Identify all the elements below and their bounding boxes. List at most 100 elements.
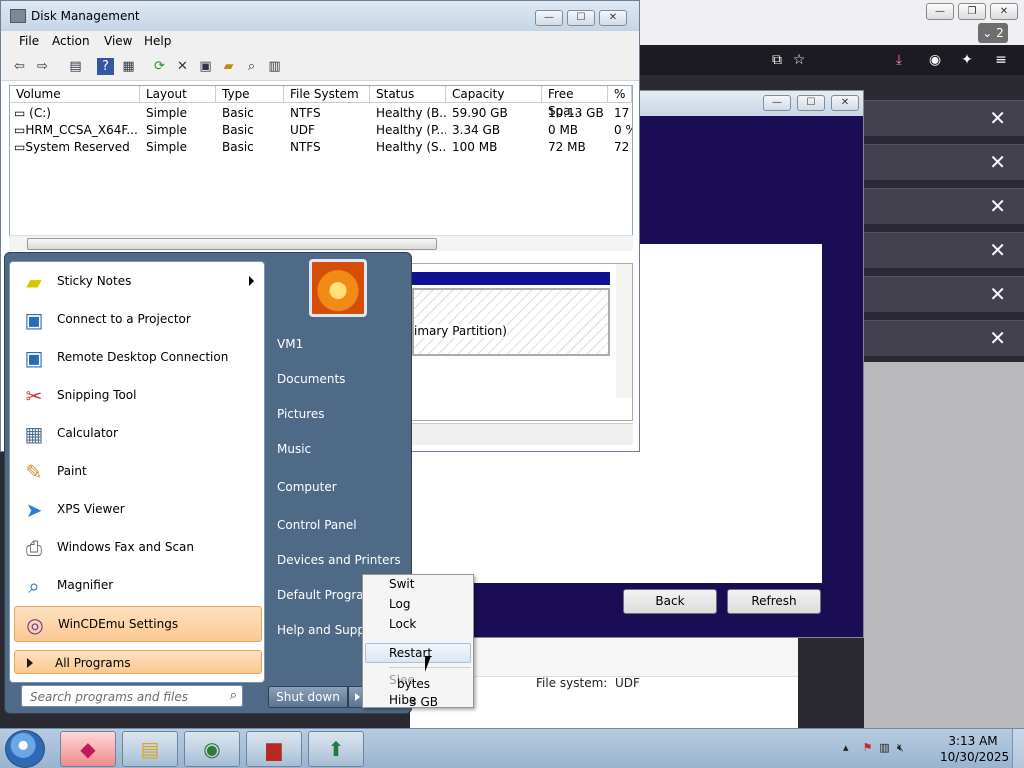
refresh-icon[interactable]: ⟳	[151, 58, 168, 75]
download-row[interactable]: ✕	[864, 100, 1024, 136]
arrow-right-icon	[27, 658, 33, 668]
restore-button[interactable]: ❐	[958, 3, 986, 20]
console-tree-icon[interactable]: ▤	[67, 58, 84, 75]
calculator-icon: ▦	[24, 422, 44, 446]
extensions-icon[interactable]: ✦	[958, 51, 976, 69]
link-music[interactable]: Music	[277, 442, 311, 456]
taskbar-app[interactable]: ⬆	[308, 731, 364, 767]
program-xps-viewer[interactable]: ➤ XPS Viewer	[14, 492, 262, 528]
close-icon[interactable]: ✕	[989, 107, 1006, 129]
taskbar-app[interactable]: ▤	[122, 731, 178, 767]
delete-icon[interactable]: ✕	[174, 58, 191, 75]
star-icon[interactable]: ☆	[790, 51, 808, 69]
submenu-arrow-icon	[249, 276, 254, 286]
column-header[interactable]: Free Spa...	[542, 86, 608, 118]
search-icon[interactable]: ⌕	[243, 58, 260, 75]
download-row[interactable]: ✕	[864, 320, 1024, 356]
link-devices-printers[interactable]: Devices and Printers	[277, 553, 401, 567]
taskbar-app[interactable]: ◆	[60, 731, 116, 767]
forward-arrow-icon[interactable]: ⇨	[34, 58, 51, 75]
back-button[interactable]: Back	[623, 589, 717, 614]
close-button[interactable]: ✕	[831, 95, 859, 111]
program-paint[interactable]: ✎ Paint	[14, 454, 262, 490]
vertical-scrollbar[interactable]	[616, 264, 632, 398]
taskbar-app[interactable]: ◉	[184, 731, 240, 767]
search-icon: ⌕	[229, 688, 237, 703]
disk-icon[interactable]: ▥	[266, 58, 283, 75]
program-remote-desktop[interactable]: ▣ Remote Desktop Connection	[14, 340, 262, 376]
toolbox-icon: ▆	[266, 737, 282, 761]
start-button[interactable]	[5, 730, 45, 768]
tab-list-button[interactable]: ⌄ 2	[978, 23, 1008, 43]
column-header[interactable]: Status	[370, 86, 446, 103]
account-icon[interactable]: ◉	[926, 51, 944, 69]
minimize-button[interactable]: —	[763, 95, 791, 111]
partition-box[interactable]: imary Partition)	[412, 288, 610, 356]
link-documents[interactable]: Documents	[277, 372, 345, 386]
close-button[interactable]: ✕	[599, 10, 627, 26]
minimize-button[interactable]: —	[926, 3, 954, 20]
column-header[interactable]: Layout	[140, 86, 216, 103]
search-input[interactable]: Search programs and files ⌕	[21, 685, 243, 707]
close-icon[interactable]: ✕	[989, 239, 1006, 261]
minimize-button[interactable]: —	[535, 10, 563, 26]
program-wincdemu[interactable]: ◎ WinCDEmu Settings	[14, 606, 262, 642]
all-programs-button[interactable]: All Programs	[14, 650, 262, 674]
program-fax-scan[interactable]: ⎙ Windows Fax and Scan	[14, 530, 262, 566]
link-control-panel[interactable]: Control Panel	[277, 518, 357, 532]
link-default-programs[interactable]: Default Program	[277, 588, 375, 602]
close-button[interactable]: ✕	[990, 3, 1018, 20]
download-row[interactable]: ✕	[864, 276, 1024, 312]
network-error-icon[interactable]: ⚑	[863, 741, 873, 754]
column-header[interactable]: Capacity	[446, 86, 542, 103]
menu-item-switch-user[interactable]: Swit	[389, 577, 414, 591]
clock[interactable]: 3:13 AM 10/30/2025	[940, 733, 1009, 765]
column-header[interactable]: % F	[608, 86, 632, 103]
link-help-support[interactable]: Help and Suppo	[277, 623, 372, 637]
menu-icon[interactable]: ≡	[992, 51, 1010, 69]
column-header[interactable]: File System	[284, 86, 370, 103]
link-pictures[interactable]: Pictures	[277, 407, 325, 421]
menu-help[interactable]: Help	[144, 34, 171, 48]
show-desktop-button[interactable]	[1012, 729, 1024, 768]
screenshot-icon[interactable]: ⧉	[768, 51, 786, 69]
close-icon[interactable]: ✕	[989, 195, 1006, 217]
download-row[interactable]: ✕	[864, 188, 1024, 224]
download-icon[interactable]: ⤓	[890, 51, 908, 69]
maximize-button[interactable]: ☐	[797, 95, 825, 111]
download-row[interactable]: ✕	[864, 144, 1024, 180]
program-snipping-tool[interactable]: ✂ Snipping Tool	[14, 378, 262, 414]
taskbar-app[interactable]: ▆	[246, 731, 302, 767]
menu-action[interactable]: Action	[52, 34, 90, 48]
refresh-button[interactable]: Refresh	[727, 589, 821, 614]
link-vm1[interactable]: VM1	[277, 337, 303, 351]
open-folder-icon[interactable]: ▰	[220, 58, 237, 75]
menu-view[interactable]: View	[104, 34, 132, 48]
show-hidden-icon[interactable]: ▴	[843, 741, 849, 754]
close-icon[interactable]: ✕	[989, 151, 1006, 173]
program-sticky-notes[interactable]: ▰ Sticky Notes	[14, 264, 262, 300]
close-icon[interactable]: ✕	[989, 283, 1006, 305]
maximize-button[interactable]: ☐	[567, 10, 595, 26]
back-arrow-icon[interactable]: ⇦	[11, 58, 28, 75]
network-icon[interactable]: ▥	[879, 741, 889, 754]
program-magnifier[interactable]: ⌕ Magnifier	[14, 568, 262, 604]
volume-muted-icon[interactable]: 🔇︎	[897, 741, 904, 754]
help-icon[interactable]: ?	[97, 58, 114, 75]
menu-item-log-off[interactable]: Log	[389, 597, 410, 611]
properties-icon[interactable]: ▣	[197, 58, 214, 75]
view-icon[interactable]: ▦	[120, 58, 137, 75]
user-avatar[interactable]	[309, 259, 367, 317]
program-projector[interactable]: ▣ Connect to a Projector	[14, 302, 262, 338]
menu-file[interactable]: File	[19, 34, 39, 48]
link-computer[interactable]: Computer	[277, 480, 337, 494]
shutdown-button[interactable]: Shut down	[268, 686, 348, 708]
scroll-thumb[interactable]	[27, 238, 437, 250]
horizontal-scrollbar[interactable]	[9, 235, 633, 251]
menu-item-lock[interactable]: Lock	[389, 617, 416, 631]
close-icon[interactable]: ✕	[989, 327, 1006, 349]
column-header[interactable]: Type	[216, 86, 284, 103]
program-calculator[interactable]: ▦ Calculator	[14, 416, 262, 452]
column-header[interactable]: Volume	[10, 86, 140, 103]
download-row[interactable]: ✕	[864, 232, 1024, 268]
